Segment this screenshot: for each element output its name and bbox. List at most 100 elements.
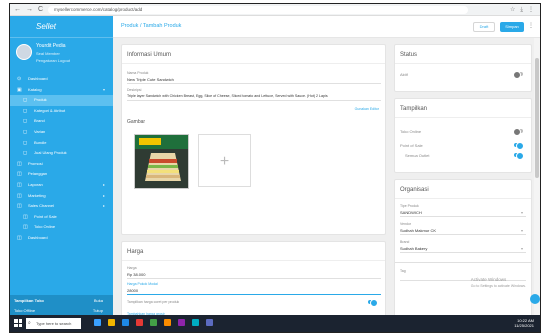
general-info-heading: Informasi Umum [122, 45, 385, 64]
brand-select[interactable]: Sudhah Bakery [400, 246, 427, 251]
browser-chrome: ← → C mysellercommerce.com/catalog/produ… [10, 4, 540, 16]
vendor-label: Vendor [400, 222, 412, 226]
sidebar-item-label: Produk [34, 97, 47, 103]
reload-icon[interactable]: C [38, 6, 43, 14]
organization-heading: Organisasi [395, 180, 531, 199]
online-store-toggle[interactable] [513, 128, 523, 136]
chevron-down-icon[interactable]: ▾ [521, 246, 523, 251]
sidebar-item-sales-channel[interactable]: ◫ Sales Channel ▸ [10, 201, 113, 212]
product-type-select[interactable]: SANDWICH [400, 210, 422, 215]
menu-item-icon: ◫ [17, 181, 22, 188]
task-view-icon[interactable] [94, 319, 101, 326]
sidebar-item-promosi[interactable]: ◫ Promosi [10, 159, 113, 170]
product-photo[interactable] [134, 134, 189, 189]
app-icon[interactable] [164, 319, 171, 326]
sidebar-item-label: Sales Channel [28, 203, 55, 209]
menu-item-icon: ◫ [23, 213, 28, 220]
more-icon[interactable]: ⋮ [528, 22, 534, 29]
menu-item-icon: ▣ [17, 86, 22, 93]
menu-item-icon: ◫ [17, 160, 22, 167]
editor-link[interactable]: Gunakan Editor [355, 107, 379, 111]
address-bar[interactable]: mysellercommerce.com/catalog/product/add [48, 6, 468, 14]
menu-item-icon: ◻ [23, 97, 28, 104]
scrollbar-thumb[interactable] [535, 58, 539, 178]
back-icon[interactable]: ← [14, 6, 21, 14]
add-photo-button[interactable]: + [198, 134, 251, 187]
bookmark-icon[interactable]: ☆ [510, 6, 515, 14]
draft-button[interactable]: Draft [473, 22, 495, 32]
status-toggle[interactable] [513, 71, 523, 79]
system-tray: 10:22 AM 11/25/2021 [514, 318, 534, 328]
sidebar-item-label: Pelanggan [28, 171, 48, 177]
pos-toggle[interactable] [514, 142, 524, 150]
product-name-input[interactable]: New Triple Cute Sandwich [127, 77, 174, 82]
sidebar-item-marketing[interactable]: ◫ Marketing ▸ [10, 191, 113, 202]
chevron-down-icon[interactable]: ▾ [521, 228, 523, 233]
app-icon[interactable] [192, 319, 199, 326]
opera-icon[interactable] [136, 319, 143, 326]
price-card: Harga Harga Rp 38.000 Harga Pokok Modal … [121, 241, 386, 317]
cost-label: Harga Pokok Modal [127, 282, 158, 286]
windows-start-icon[interactable] [14, 319, 22, 327]
all-outlet-toggle[interactable] [514, 152, 524, 160]
photo-heading: Gambar [127, 119, 146, 125]
app-icon[interactable] [206, 319, 213, 326]
sidebar-item-label: Brand [34, 118, 45, 124]
download-icon[interactable]: ⤓ [520, 6, 523, 14]
menu-item-icon: ◫ [17, 171, 22, 178]
cost-input[interactable]: 28000 [127, 288, 138, 293]
sidebar-item-bundle[interactable]: ◻ Bundle [10, 138, 113, 149]
page-scrollbar[interactable] [534, 38, 540, 317]
file-explorer-icon[interactable] [108, 319, 115, 326]
menu-icon[interactable]: ⋮ [528, 6, 534, 14]
price-input[interactable]: Rp 38.000 [127, 272, 145, 277]
sidebar-item-dashboard[interactable]: ◫ Dashboard [10, 233, 113, 244]
sidebar-item-dashboard[interactable]: ⊙ Dashboard [10, 74, 113, 85]
chevron-icon: ▸ [102, 181, 105, 187]
menu-item-icon: ◻ [23, 107, 28, 114]
taskbar-apps [94, 319, 213, 326]
chat-fab-icon[interactable] [530, 294, 540, 304]
offline-store-toggle[interactable]: Tutup [93, 308, 103, 313]
sidebar-item-varian[interactable]: ◻ Varian [10, 127, 113, 138]
sidebar-item-laporan[interactable]: ◫ Laporan ▸ [10, 180, 113, 191]
chevron-icon: ▸ [102, 192, 105, 198]
sidebar-item-brand[interactable]: ◻ Brand [10, 116, 113, 127]
sidebar-item-jual-ulang-produk[interactable]: ◻ Jual Ulang Produk [10, 148, 113, 159]
sidebar-item-label: Dashboard [28, 234, 48, 240]
edge-icon[interactable] [122, 319, 129, 326]
watermark-subtitle: Go to Settings to activate Windows. [470, 284, 526, 288]
taskbar-search-placeholder: Type here to search [36, 321, 72, 326]
sidebar-item-katalog[interactable]: ▣ Katalog ▾ [10, 85, 113, 96]
sidebar-item-pelanggan[interactable]: ◫ Pelanggan [10, 169, 113, 180]
menu-item-icon: ◻ [23, 128, 28, 135]
vendor-select[interactable]: Sudhah Makmur CK [400, 228, 436, 233]
strike-price-toggle[interactable] [368, 299, 378, 307]
brand-underline [400, 252, 526, 253]
show-store-toggle[interactable]: Buka [94, 298, 103, 303]
app-icon[interactable] [178, 319, 185, 326]
page-header: Produk / Tambah Produk Draft Simpan ⋮ [113, 16, 540, 38]
pos-label: Point of Sale [400, 143, 423, 148]
avatar[interactable] [16, 44, 32, 60]
taskbar-search[interactable]: ⌕ Type here to search [26, 318, 81, 329]
clock-date[interactable]: 11/25/2021 [514, 323, 534, 328]
taskbar: ⌕ Type here to search 10:22 AM 11/25/202… [10, 315, 540, 332]
chevron-icon: ▸ [102, 203, 105, 209]
description-input[interactable]: Triple layer Sandwich with Chicken Breas… [127, 94, 381, 98]
menu-item-icon: ◻ [23, 139, 28, 146]
sidebar-item-produk[interactable]: ◻ Produk [10, 95, 113, 106]
chrome-icon[interactable] [150, 319, 157, 326]
status-value: Aktif [400, 72, 408, 77]
sidebar-item-toko-online[interactable]: ◫ Toko Online [10, 222, 113, 233]
sidebar-item-kategori-atribut[interactable]: ◻ Kategori & Atribut [10, 106, 113, 117]
show-store-label: Tampilkan Toko [14, 298, 44, 303]
profile-actions[interactable]: Pengaturan Logout [36, 58, 113, 63]
brand-logo[interactable]: Sellet [10, 16, 113, 38]
save-button[interactable]: Simpan [500, 22, 524, 32]
profile-name: Yourdit Pedia [36, 43, 66, 49]
sandwich-image-icon [135, 135, 188, 188]
forward-icon[interactable]: → [26, 6, 33, 14]
sidebar-item-point-of-sale[interactable]: ◫ Point of Sale [10, 212, 113, 223]
chevron-down-icon[interactable]: ▾ [521, 210, 523, 215]
